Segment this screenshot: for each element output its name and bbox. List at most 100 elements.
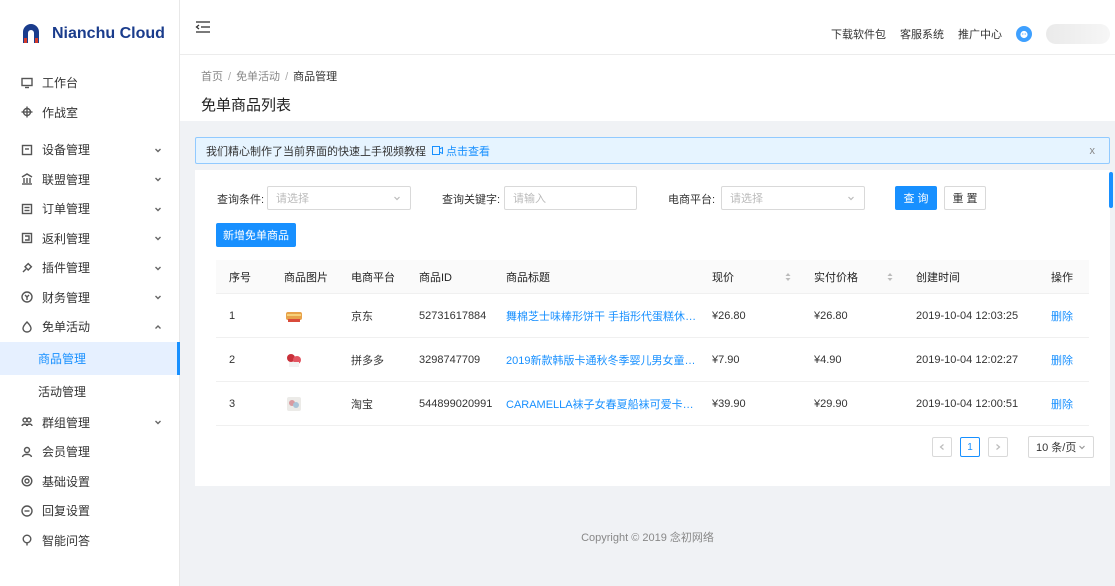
sidebar-item-reply-settings[interactable]: 回复设置 <box>0 496 179 526</box>
chevron-down-icon <box>848 196 854 201</box>
sidebar-item-groups[interactable]: 群组管理 <box>0 408 179 438</box>
chevron-down-icon <box>153 145 163 155</box>
sidebar-item-basic-settings[interactable]: 基础设置 <box>0 467 179 497</box>
sidebar-item-alliance[interactable]: 联盟管理 <box>0 165 179 195</box>
delete-button[interactable]: 删除 <box>1038 396 1089 412</box>
page-number-button[interactable]: 1 <box>960 437 980 457</box>
product-thumbnail[interactable] <box>271 394 338 414</box>
delete-button[interactable]: 删除 <box>1038 352 1089 368</box>
sidebar-item-war-room[interactable]: 作战室 <box>0 98 179 128</box>
finance-icon <box>20 290 34 304</box>
top-header: 下载软件包 客服系统 推广中心 <box>180 0 1115 55</box>
table-row: 2 拼多多 3298747709 2019新款韩版卡通秋冬季婴儿男女童小孩...… <box>216 338 1089 382</box>
alert-video-link[interactable]: 点击查看 <box>432 143 490 159</box>
page-title: 免单商品列表 <box>201 97 292 114</box>
sidebar-item-members[interactable]: 会员管理 <box>0 437 179 467</box>
row-created-time: 2019-10-04 12:00:51 <box>916 397 1019 410</box>
alert-link-text: 点击查看 <box>446 145 490 158</box>
helm-icon <box>20 105 34 119</box>
sort-icon[interactable] <box>887 272 893 281</box>
keyword-label: 查询关键字: <box>442 194 501 206</box>
sidebar-item-product-management[interactable]: 商品管理 <box>0 341 180 375</box>
scrollbar[interactable] <box>1109 172 1113 208</box>
table-header: 序号 商品图片 电商平台 商品ID 商品标题 现价 实付价格 创建时间 操作 <box>216 260 1089 294</box>
chevron-up-icon <box>153 322 163 332</box>
reset-button[interactable]: 重 置 <box>944 186 986 210</box>
add-free-product-button[interactable]: 新增免单商品 <box>216 223 296 247</box>
search-button[interactable]: 查 询 <box>895 186 937 210</box>
row-product-id: 544899020991 <box>419 397 493 410</box>
row-product-title[interactable]: 舞棉芝士味棒形饼干 手指形代蛋糕休闲零... <box>493 308 699 324</box>
close-icon[interactable]: x <box>1090 145 1096 157</box>
product-image <box>286 311 302 322</box>
row-product-title[interactable]: CARAMELLA袜子女春夏船袜可爱卡通韩版... <box>493 396 699 412</box>
logo-icon <box>23 24 39 43</box>
condition-select[interactable]: 请选择 <box>267 186 411 210</box>
promotion-center-link[interactable]: 推广中心 <box>958 26 1002 42</box>
column-header-label: 实付价格 <box>814 271 858 284</box>
row-product-id: 3298747709 <box>419 353 481 366</box>
logo[interactable]: Nianchu Cloud <box>0 0 179 68</box>
column-header-paid[interactable]: 实付价格 <box>801 269 903 285</box>
sidebar-item-activity-management[interactable]: 活动管理 <box>0 375 179 408</box>
keyword-placeholder: 请输入 <box>513 193 546 205</box>
sidebar-item-free-activity[interactable]: 免单活动 <box>0 312 179 342</box>
reply-icon <box>20 504 34 518</box>
row-index: 2 <box>229 353 236 366</box>
alert-text: 我们精心制作了当前界面的快速上手视频教程 <box>206 145 426 158</box>
plugin-icon <box>20 261 34 275</box>
sidebar-item-label: 活动管理 <box>38 384 87 399</box>
product-thumbnail[interactable] <box>271 350 338 370</box>
user-name-blurred[interactable] <box>1046 24 1110 44</box>
sidebar-item-label: 回复设置 <box>42 504 91 519</box>
qa-icon <box>20 533 34 547</box>
column-header: 序号 <box>229 271 251 284</box>
row-price: ¥7.90 <box>712 353 740 366</box>
footer-copyright: Copyright © 2019 念初网络 <box>581 532 714 544</box>
column-header: 商品图片 <box>284 271 328 284</box>
breadcrumb-free-activity[interactable]: 免单活动 <box>236 71 280 83</box>
row-price: ¥26.80 <box>712 309 746 322</box>
breadcrumb-current: 商品管理 <box>293 71 338 83</box>
rebate-icon <box>20 231 34 245</box>
sort-icon[interactable] <box>785 272 791 281</box>
avatar[interactable] <box>1016 26 1032 42</box>
condition-label: 查询条件: <box>217 194 265 206</box>
sidebar-item-orders[interactable]: 订单管理 <box>0 194 179 224</box>
row-platform: 拼多多 <box>351 354 384 367</box>
column-header: 电商平台 <box>351 271 395 284</box>
customer-service-link[interactable]: 客服系统 <box>900 26 944 42</box>
product-thumbnail[interactable] <box>271 306 338 326</box>
prev-page-button[interactable] <box>932 437 952 457</box>
row-product-title[interactable]: 2019新款韩版卡通秋冬季婴儿男女童小孩... <box>493 352 699 368</box>
column-header: 商品ID <box>419 271 452 284</box>
column-header-price[interactable]: 现价 <box>699 269 801 285</box>
video-icon <box>432 146 443 155</box>
sidebar-item-devices[interactable]: 设备管理 <box>0 135 179 165</box>
download-link[interactable]: 下载软件包 <box>831 26 886 42</box>
settings-icon <box>20 474 34 488</box>
sidebar-item-rebate[interactable]: 返利管理 <box>0 224 179 254</box>
sidebar-item-label: 插件管理 <box>42 261 91 276</box>
delete-button[interactable]: 删除 <box>1038 308 1089 324</box>
page-heading: 首页 / 免单活动 / 商品管理 免单商品列表 <box>180 55 1115 121</box>
sidebar-item-label: 会员管理 <box>42 445 91 460</box>
platform-select[interactable]: 请选择 <box>721 186 865 210</box>
page-size-select[interactable]: 10 条/页 <box>1028 436 1094 458</box>
user-face-icon <box>1020 30 1028 39</box>
column-header: 创建时间 <box>916 271 960 284</box>
sidebar-item-finance[interactable]: 财务管理 <box>0 283 179 313</box>
row-price: ¥39.90 <box>712 397 746 410</box>
sidebar-item-workbench[interactable]: 工作台 <box>0 68 179 98</box>
sidebar-item-plugins[interactable]: 插件管理 <box>0 253 179 283</box>
row-paid-price: ¥4.90 <box>814 353 842 366</box>
row-created-time: 2019-10-04 12:03:25 <box>916 309 1019 322</box>
sidebar-item-smart-qa[interactable]: 智能问答 <box>0 526 179 556</box>
keyword-input[interactable]: 请输入 <box>504 186 637 210</box>
product-image <box>287 353 301 367</box>
breadcrumb-home[interactable]: 首页 <box>201 71 223 83</box>
sidebar-item-label: 订单管理 <box>42 202 91 217</box>
menu-fold-icon[interactable] <box>195 20 211 34</box>
next-page-button[interactable] <box>988 437 1008 457</box>
chevron-down-icon <box>153 204 163 214</box>
